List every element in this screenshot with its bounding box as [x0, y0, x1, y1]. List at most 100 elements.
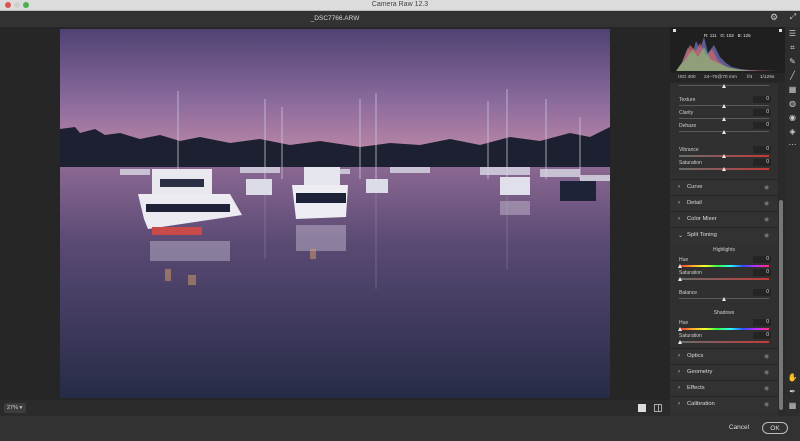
- clarity-slider[interactable]: Clarity 0: [679, 109, 771, 122]
- radial-filter-icon[interactable]: ◍: [787, 99, 798, 109]
- hand-icon[interactable]: ✋: [787, 373, 798, 383]
- eye-icon[interactable]: ◉: [764, 184, 769, 191]
- balance-slider[interactable]: Balance 0: [679, 289, 771, 302]
- shadows-hue-value[interactable]: 0: [753, 319, 771, 326]
- shadows-hue-thumb[interactable]: [678, 327, 682, 331]
- zoom-level-dropdown[interactable]: 27% ▾: [4, 403, 26, 413]
- highlights-heading: Highlights: [713, 247, 735, 253]
- ok-button[interactable]: OK: [762, 422, 788, 434]
- presets-icon[interactable]: ◈: [787, 127, 798, 137]
- section-geometry[interactable]: › Geometry ◉: [670, 364, 778, 380]
- aperture-value: f/4: [747, 75, 753, 80]
- iso-value: ISO 400: [678, 75, 696, 80]
- tool-strip: ☰ ⌗ ✎ ╱ ▦ ◍ ◉ ◈ ⋯ ✋ ✒ ▦: [785, 27, 800, 416]
- shadows-hue-label: Hue: [679, 320, 689, 326]
- section-calibration[interactable]: › Calibration ◉: [670, 396, 778, 412]
- chevron-right-icon: ›: [678, 353, 680, 359]
- healing-brush-icon[interactable]: ✎: [787, 57, 798, 67]
- adjustment-panel: R: 111 G: 102 B: 125 ISO 400 24–70@70 mm…: [670, 27, 785, 416]
- partial-slider[interactable]: [679, 83, 771, 95]
- texture-slider[interactable]: Texture 0: [679, 96, 771, 109]
- histogram-g-value: G: 102: [720, 33, 734, 38]
- eye-icon[interactable]: ◉: [764, 216, 769, 223]
- eye-icon[interactable]: ◉: [764, 232, 769, 239]
- graduated-filter-icon[interactable]: ▦: [787, 85, 798, 95]
- gear-icon[interactable]: ⚙: [769, 12, 779, 22]
- edit-sliders-icon[interactable]: ☰: [787, 29, 798, 39]
- balance-value[interactable]: 0: [753, 289, 771, 296]
- slider-thumb[interactable]: [722, 84, 726, 88]
- balance-label: Balance: [679, 290, 698, 296]
- highlights-saturation-value[interactable]: 0: [753, 269, 771, 276]
- eye-icon[interactable]: ◉: [764, 385, 769, 392]
- dehaze-slider[interactable]: Dehaze 0: [679, 122, 771, 135]
- panel-scroll-area[interactable]: Texture 0 Clarity 0 Dehaze 0 Vibrance 0 …: [670, 83, 778, 416]
- chevron-right-icon: ›: [678, 401, 680, 407]
- section-split-toning[interactable]: ⌄ Split Toning ◉: [670, 227, 778, 243]
- vibrance-slider[interactable]: Vibrance 0: [679, 146, 771, 159]
- chevron-right-icon: ›: [678, 369, 680, 375]
- highlights-hue-value[interactable]: 0: [753, 256, 771, 263]
- vibrance-thumb[interactable]: [722, 154, 726, 158]
- highlights-hue-slider[interactable]: Hue 0: [678, 256, 771, 269]
- shadows-saturation-value[interactable]: 0: [753, 332, 771, 339]
- clarity-label: Clarity: [679, 110, 694, 116]
- highlights-saturation-thumb[interactable]: [678, 277, 682, 281]
- section-curve[interactable]: › Curve ◉: [670, 179, 778, 195]
- clarity-thumb[interactable]: [722, 117, 726, 121]
- shadows-saturation-track[interactable]: [679, 341, 769, 343]
- crop-icon[interactable]: ⌗: [787, 43, 798, 53]
- document-header: _DSC7766.ARW: [0, 11, 786, 27]
- eye-icon[interactable]: ◉: [764, 353, 769, 360]
- saturation-thumb[interactable]: [722, 167, 726, 171]
- vibrance-value[interactable]: 0: [753, 146, 771, 153]
- eye-icon[interactable]: ◉: [764, 200, 769, 207]
- texture-value[interactable]: 0: [753, 96, 771, 103]
- photo-preview[interactable]: [60, 29, 610, 398]
- shadows-saturation-thumb[interactable]: [678, 340, 682, 344]
- section-optics-label: Optics: [687, 353, 704, 359]
- chevron-down-icon: ⌄: [678, 233, 684, 239]
- histogram-b-value: B: 125: [737, 33, 751, 38]
- single-view-icon[interactable]: [638, 404, 646, 412]
- dehaze-value[interactable]: 0: [753, 122, 771, 129]
- color-sampler-icon[interactable]: ✒: [787, 387, 798, 397]
- zoom-level-value: 27%: [7, 405, 19, 411]
- section-color-mixer[interactable]: › Color Mixer ◉: [670, 211, 778, 227]
- section-optics[interactable]: › Optics ◉: [670, 348, 778, 364]
- saturation-value[interactable]: 0: [753, 159, 771, 166]
- chevron-right-icon: ›: [678, 200, 680, 206]
- highlights-hue-track[interactable]: [679, 265, 769, 267]
- eye-icon[interactable]: ◉: [764, 369, 769, 376]
- texture-thumb[interactable]: [722, 104, 726, 108]
- highlights-saturation-track[interactable]: [679, 278, 769, 280]
- saturation-slider[interactable]: Saturation 0: [679, 159, 771, 172]
- shadows-hue-track[interactable]: [679, 328, 769, 330]
- panel-scrollbar[interactable]: [779, 200, 783, 410]
- section-detail[interactable]: › Detail ◉: [670, 195, 778, 211]
- histogram: R: 111 G: 102 B: 125: [670, 27, 785, 73]
- cancel-button[interactable]: Cancel: [727, 422, 751, 434]
- balance-thumb[interactable]: [722, 297, 726, 301]
- image-canvas[interactable]: [0, 27, 670, 400]
- section-curve-label: Curve: [687, 184, 703, 190]
- document-filename: _DSC7766.ARW: [310, 15, 360, 22]
- grid-icon[interactable]: ▦: [787, 401, 798, 411]
- fullscreen-icon[interactable]: ⤢: [788, 12, 798, 22]
- red-eye-icon[interactable]: ◉: [787, 113, 798, 123]
- shadows-hue-slider[interactable]: Hue 0: [678, 319, 771, 332]
- dehaze-thumb[interactable]: [722, 130, 726, 134]
- more-icon[interactable]: ⋯: [787, 140, 798, 150]
- section-effects[interactable]: › Effects ◉: [670, 380, 778, 396]
- window-titlebar: Camera Raw 12.3: [0, 0, 800, 11]
- camera-metadata: ISO 400 24–70@70 mm f/4 1/125s: [670, 73, 785, 83]
- section-geometry-label: Geometry: [687, 369, 713, 375]
- adjustment-brush-icon[interactable]: ╱: [787, 71, 798, 81]
- texture-label: Texture: [679, 97, 696, 103]
- before-after-view-icon[interactable]: [654, 404, 662, 412]
- clarity-value[interactable]: 0: [753, 109, 771, 116]
- highlights-hue-thumb[interactable]: [678, 264, 682, 268]
- shadows-saturation-slider[interactable]: Saturation 0: [678, 332, 771, 345]
- highlights-saturation-slider[interactable]: Saturation 0: [678, 269, 771, 282]
- eye-icon[interactable]: ◉: [764, 401, 769, 408]
